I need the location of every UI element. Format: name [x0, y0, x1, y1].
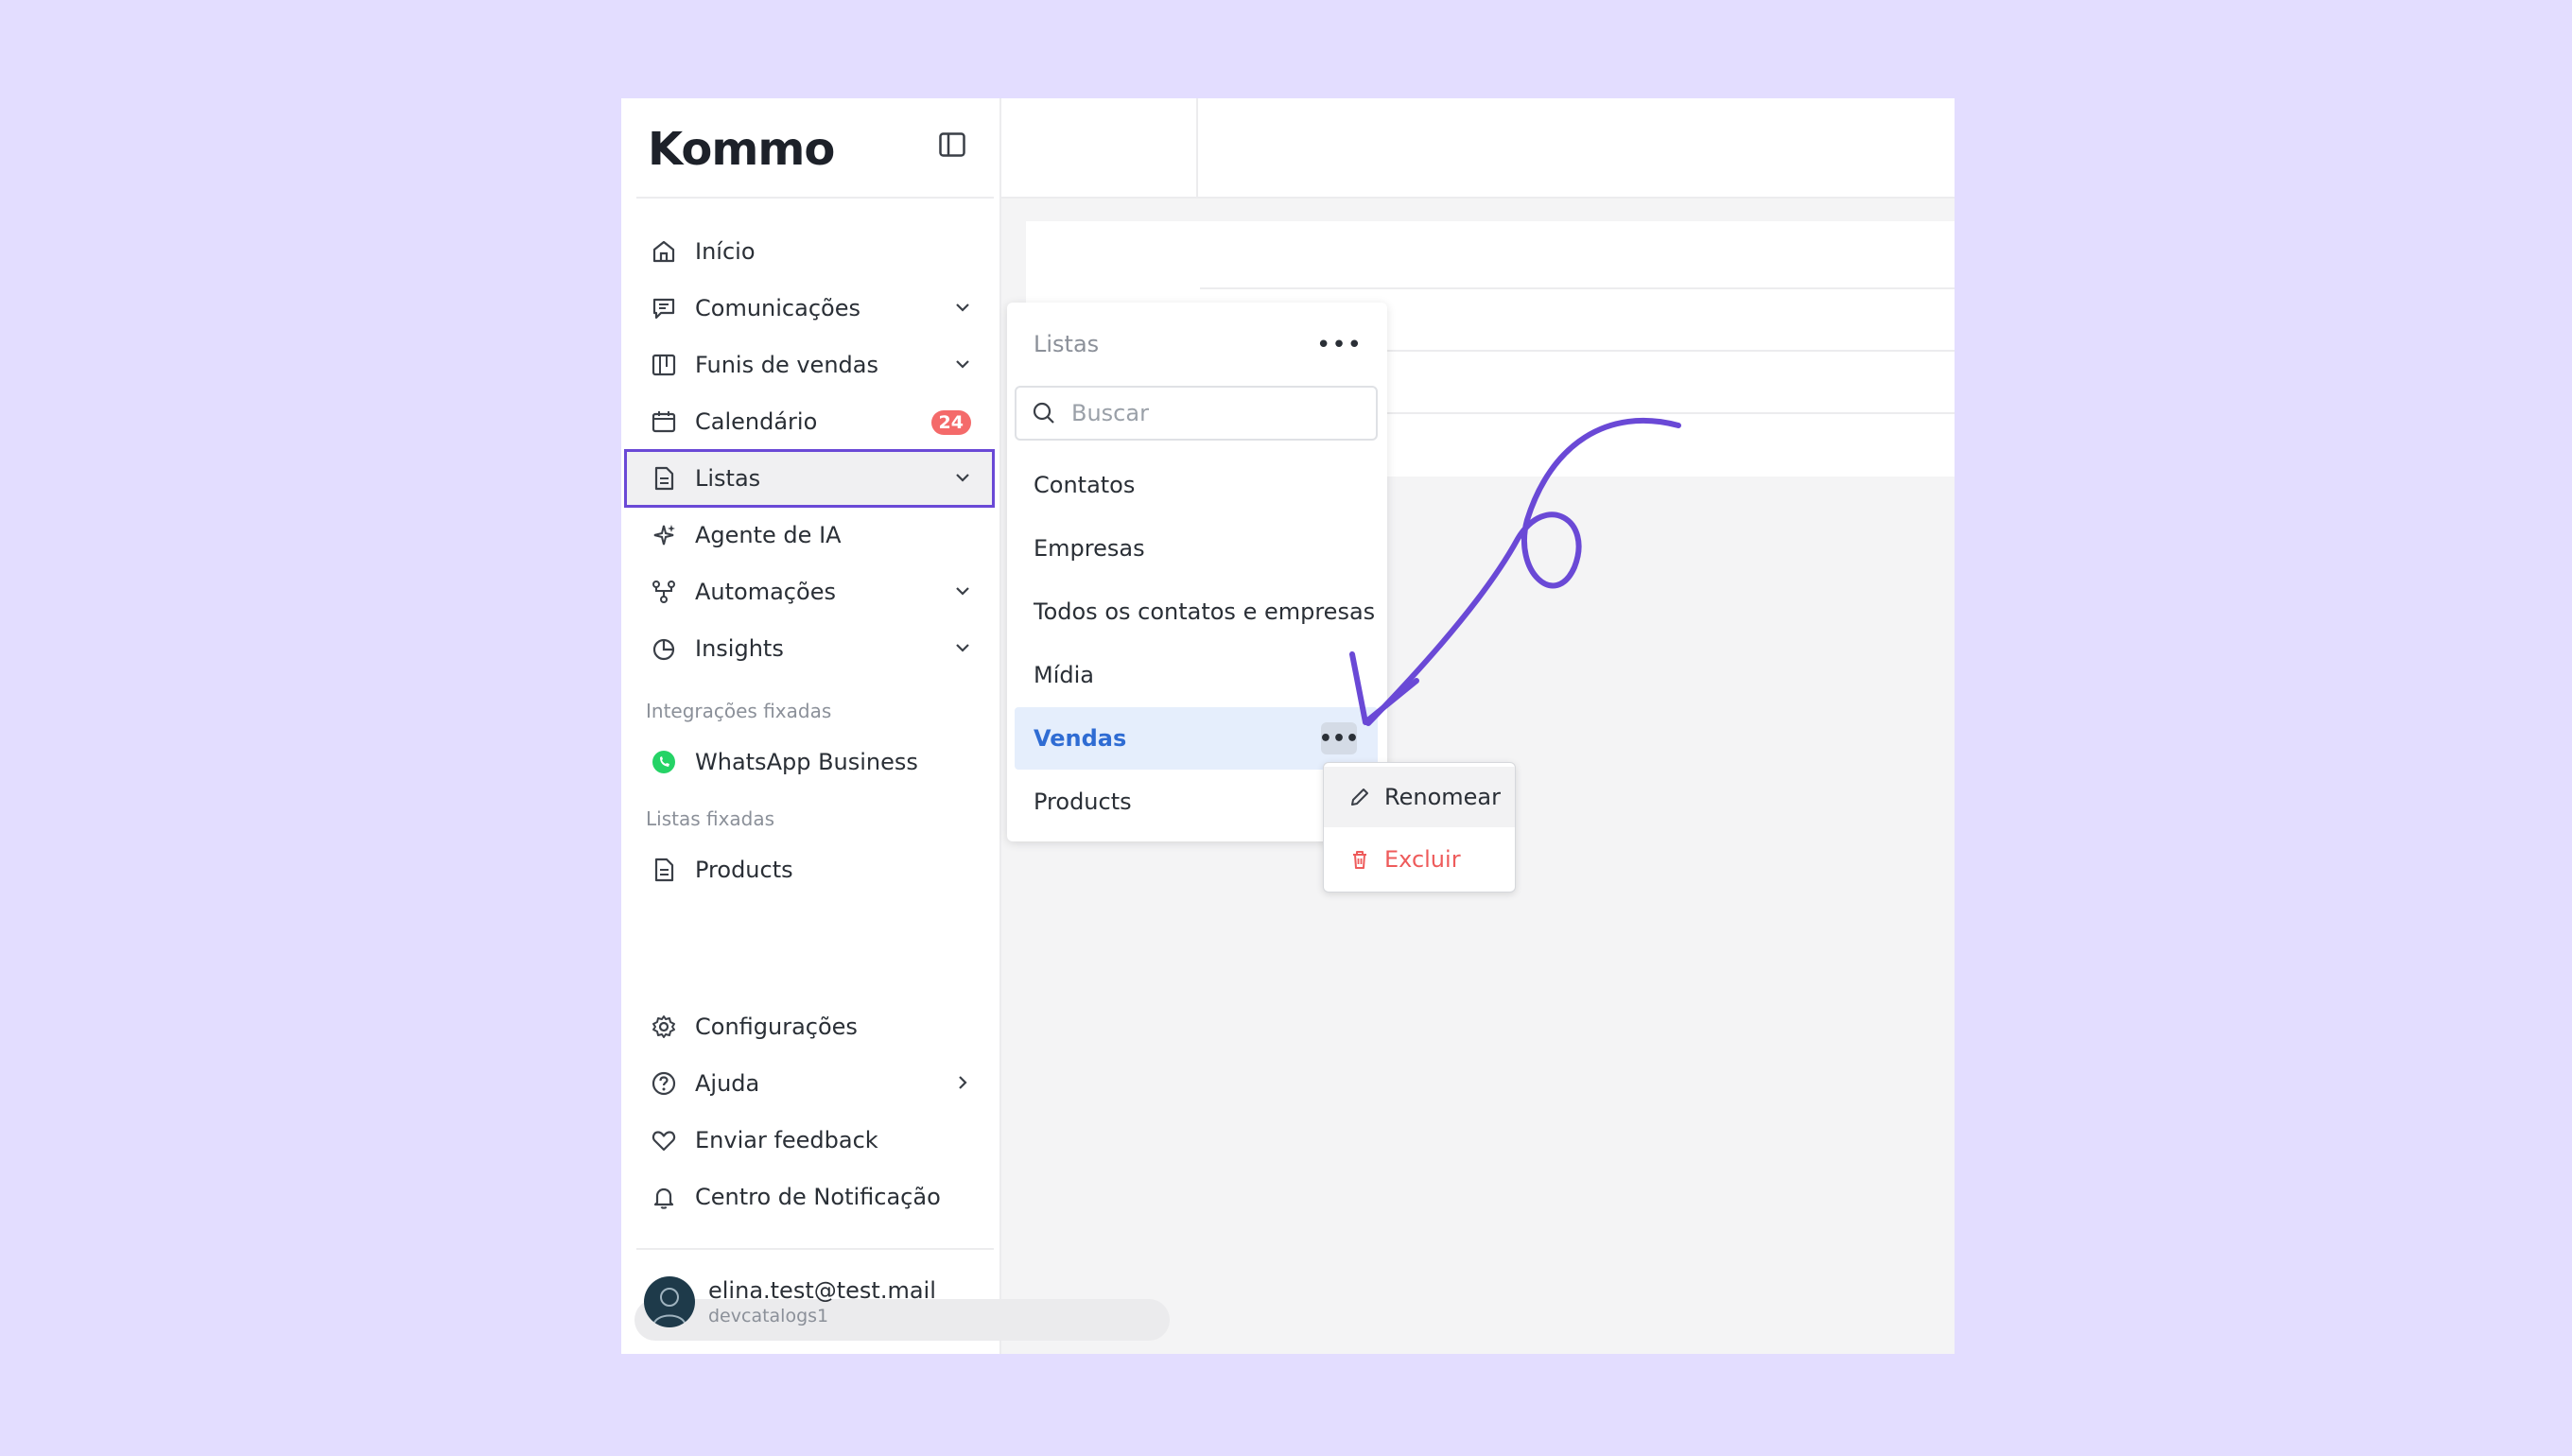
- user-profile[interactable]: elina.test@test.mail devcatalogs1: [644, 1276, 936, 1327]
- whatsapp-icon: [650, 748, 678, 776]
- user-account: devcatalogs1: [708, 1306, 829, 1326]
- gear-icon: [650, 1013, 678, 1041]
- heart-icon: [650, 1126, 678, 1154]
- rename-label: Renomear: [1384, 784, 1501, 810]
- sidebar: Kommo Início Comunicações Funis de venda…: [621, 98, 1001, 1354]
- trash-icon: [1348, 848, 1371, 871]
- annotation-arrow: [1349, 417, 1681, 726]
- list-item-label: Vendas: [1034, 725, 1127, 752]
- sidebar-item-configuracoes[interactable]: Configurações: [627, 1000, 992, 1053]
- rename-button[interactable]: Renomear: [1324, 767, 1515, 827]
- top-bar-separator: [1196, 98, 1198, 197]
- sidebar-item-funis[interactable]: Funis de vendas: [627, 338, 992, 391]
- kommo-logo[interactable]: Kommo: [648, 123, 835, 176]
- home-icon: [650, 237, 678, 266]
- more-options-icon[interactable]: •••: [1316, 331, 1363, 359]
- sidebar-item-label: WhatsApp Business: [695, 749, 918, 775]
- chat-icon: [650, 294, 678, 322]
- search-input[interactable]: [1069, 399, 1357, 427]
- row-divider: [1200, 287, 1955, 289]
- sidebar-item-feedback[interactable]: Enviar feedback: [627, 1114, 992, 1167]
- sidebar-item-agente-ia[interactable]: Agente de IA: [627, 509, 992, 562]
- avatar: [644, 1276, 695, 1327]
- sidebar-item-insights[interactable]: Insights: [627, 622, 992, 675]
- document-icon: [650, 856, 678, 884]
- document-icon: [650, 464, 678, 493]
- sidebar-divider: [636, 197, 994, 199]
- sidebar-item-label: Início: [695, 238, 756, 265]
- context-menu: Renomear Excluir: [1323, 762, 1516, 893]
- sidebar-item-notificacoes[interactable]: Centro de Notificação: [627, 1170, 992, 1223]
- sidebar-item-comunicacoes[interactable]: Comunicações: [627, 282, 992, 335]
- search-icon: [1032, 401, 1056, 425]
- sidebar-divider: [636, 1248, 994, 1250]
- sidebar-item-label: Automações: [695, 579, 836, 605]
- sidebar-item-label: Agente de IA: [695, 522, 842, 548]
- sidebar-item-listas[interactable]: Listas: [624, 449, 995, 508]
- chevron-down-icon[interactable]: [952, 354, 973, 374]
- calendar-icon: [650, 407, 678, 436]
- pencil-icon: [1348, 786, 1371, 808]
- sidebar-item-label: Insights: [695, 635, 784, 662]
- sidebar-item-label: Calendário: [695, 408, 818, 435]
- help-icon: [650, 1069, 678, 1098]
- notification-badge: 24: [930, 410, 971, 435]
- top-bar: [999, 98, 1955, 199]
- sidebar-item-label: Comunicações: [695, 295, 860, 321]
- sidebar-item-label: Listas: [695, 465, 761, 492]
- sparkle-icon: [650, 521, 678, 549]
- sidebar-item-label: Funis de vendas: [695, 352, 878, 378]
- section-label-integracoes: Integrações fixadas: [646, 700, 832, 722]
- sidebar-item-label: Centro de Notificação: [695, 1184, 941, 1210]
- delete-label: Excluir: [1384, 846, 1461, 873]
- sidebar-toggle-icon[interactable]: [939, 132, 965, 157]
- sidebar-item-ajuda[interactable]: Ajuda: [627, 1057, 992, 1110]
- pie-chart-icon: [650, 634, 678, 663]
- automation-icon: [650, 578, 678, 606]
- chevron-down-icon[interactable]: [952, 581, 973, 601]
- chevron-down-icon[interactable]: [952, 297, 973, 318]
- user-email: elina.test@test.mail: [708, 1277, 936, 1304]
- sidebar-item-calendario[interactable]: Calendário 24: [627, 395, 992, 448]
- sidebar-item-label: Configurações: [695, 1014, 858, 1040]
- section-label-listas-fixadas: Listas fixadas: [646, 807, 775, 830]
- sidebar-item-automacoes[interactable]: Automações: [627, 565, 992, 618]
- sidebar-item-whatsapp[interactable]: WhatsApp Business: [627, 736, 992, 789]
- sidebar-item-label: Ajuda: [695, 1070, 760, 1097]
- chevron-right-icon[interactable]: [952, 1072, 973, 1093]
- dropdown-title: Listas: [1034, 331, 1100, 357]
- delete-button[interactable]: Excluir: [1324, 829, 1515, 890]
- chevron-down-icon[interactable]: [952, 467, 973, 488]
- bell-icon: [650, 1183, 678, 1211]
- sidebar-item-products[interactable]: Products: [627, 843, 992, 896]
- sidebar-item-label: Products: [695, 857, 793, 883]
- app-window: ¦ o Kommo Início Comunicações Funis de v…: [621, 98, 1955, 1354]
- sidebar-item-inicio[interactable]: Início: [627, 225, 992, 278]
- pipeline-icon: [650, 351, 678, 379]
- chevron-down-icon[interactable]: [952, 637, 973, 658]
- sidebar-item-label: Enviar feedback: [695, 1127, 878, 1153]
